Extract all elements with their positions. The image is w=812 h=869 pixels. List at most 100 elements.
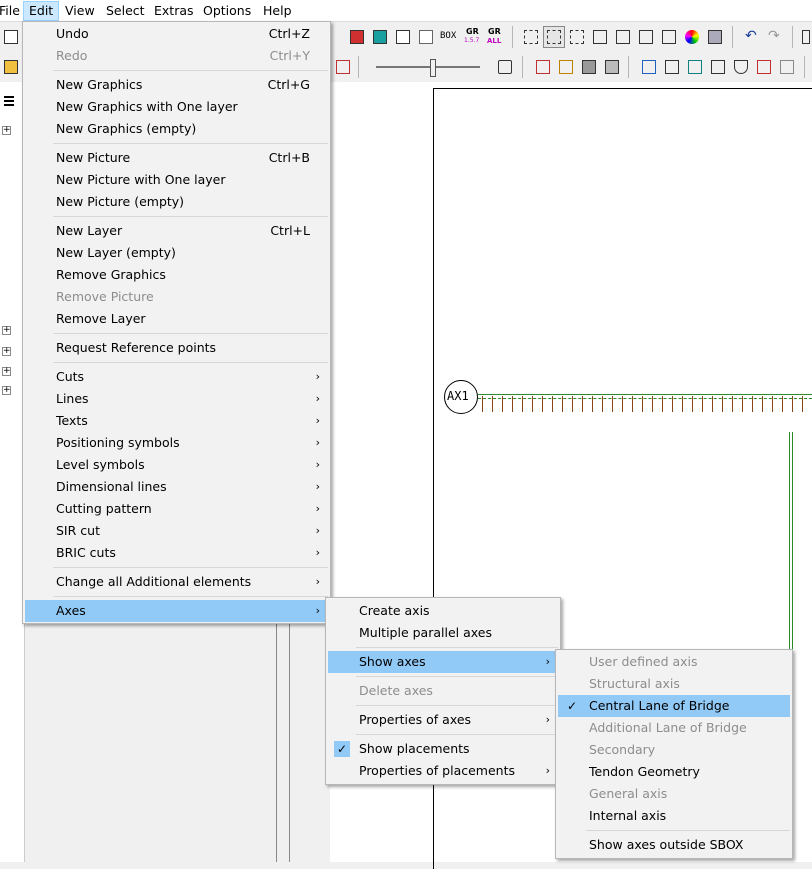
- window-icon[interactable]: [392, 26, 414, 48]
- document-icon[interactable]: [0, 26, 22, 48]
- show-structural-axis: Structural axis: [558, 673, 790, 695]
- axes-show-axes[interactable]: Show axes ›: [328, 651, 558, 673]
- color-wheel-icon[interactable]: [681, 26, 703, 48]
- menu-bar: File Edit View Select Extras Options Hel…: [0, 0, 812, 22]
- axes-create-axis[interactable]: Create axis: [328, 600, 558, 622]
- stack-icon[interactable]: [635, 26, 657, 48]
- show-axes-outside-sbox[interactable]: Show axes outside SBOX: [558, 834, 790, 856]
- fill-icon[interactable]: [601, 56, 623, 78]
- edit-sir-cut[interactable]: SIR cut ›: [25, 520, 328, 542]
- red-graphic-icon[interactable]: [346, 26, 368, 48]
- edit-new-graphics[interactable]: New Graphics Ctrl+G: [25, 74, 328, 96]
- edit-new-picture-empty[interactable]: New Picture (empty): [25, 191, 328, 213]
- chevron-right-icon: ›: [315, 436, 320, 449]
- edit-new-picture[interactable]: New Picture Ctrl+B: [25, 147, 328, 169]
- show-additional-lane-of-bridge: Additional Lane of Bridge: [558, 717, 790, 739]
- close-graphic-icon[interactable]: [704, 26, 726, 48]
- cross-red-icon[interactable]: [532, 56, 554, 78]
- show-central-lane-of-bridge[interactable]: ✓ Central Lane of Bridge: [558, 695, 790, 717]
- tree-view-icon[interactable]: [0, 90, 22, 112]
- edit-new-picture-one-layer[interactable]: New Picture with One layer: [25, 169, 328, 191]
- menu-item-label: New Graphics (empty): [56, 121, 197, 136]
- edit-positioning-symbols[interactable]: Positioning symbols ›: [25, 432, 328, 454]
- redo-icon[interactable]: ↷: [763, 26, 785, 48]
- edit-bric-cuts[interactable]: BRIC cuts ›: [25, 542, 328, 564]
- edit-texts[interactable]: Texts ›: [25, 410, 328, 432]
- slant-line-icon[interactable]: [707, 56, 729, 78]
- mirror-icon[interactable]: [612, 26, 634, 48]
- menu-help[interactable]: Help: [258, 2, 297, 20]
- warning-icon[interactable]: [494, 56, 516, 78]
- tree-expand-toggle[interactable]: +: [2, 126, 11, 135]
- view-y-icon[interactable]: [543, 26, 565, 48]
- edit-request-reference-points[interactable]: Request Reference points: [25, 337, 328, 359]
- view-x-icon[interactable]: [520, 26, 542, 48]
- edit-new-layer-empty[interactable]: New Layer (empty): [25, 242, 328, 264]
- edit-remove-graphics[interactable]: Remove Graphics: [25, 264, 328, 286]
- menu-separator: [53, 567, 328, 568]
- menu-view[interactable]: View: [60, 2, 100, 20]
- pattern-grey-icon[interactable]: [776, 56, 798, 78]
- menu-file[interactable]: File: [0, 2, 25, 20]
- gr-157-button[interactable]: GR 1.5.7: [462, 26, 484, 48]
- cross-blue-icon[interactable]: [638, 56, 660, 78]
- edit-cuts[interactable]: Cuts ›: [25, 366, 328, 388]
- edit-new-graphics-one-layer[interactable]: New Graphics with One layer: [25, 96, 328, 118]
- axes-properties-of-axes[interactable]: Properties of axes ›: [328, 709, 558, 731]
- tree-expand-toggle[interactable]: +: [2, 326, 11, 335]
- menu-item-label: Dimensional lines: [56, 479, 167, 494]
- shape-icon[interactable]: [661, 56, 683, 78]
- menu-item-label: Request Reference points: [56, 340, 217, 355]
- axes-multiple-parallel[interactable]: Multiple parallel axes: [328, 622, 558, 644]
- edit-level-symbols[interactable]: Level symbols ›: [25, 454, 328, 476]
- edit-cutting-pattern[interactable]: Cutting pattern ›: [25, 498, 328, 520]
- tree-expand-toggle[interactable]: +: [2, 347, 11, 356]
- end-icon[interactable]: [798, 26, 812, 48]
- show-internal-axis[interactable]: Internal axis: [558, 805, 790, 827]
- tree-expand-toggle[interactable]: +: [2, 386, 11, 395]
- edit-new-layer[interactable]: New Layer Ctrl+L: [25, 220, 328, 242]
- teal-graphic-icon[interactable]: [369, 26, 391, 48]
- gr-all-button[interactable]: GR ALL: [484, 26, 506, 48]
- menu-extras[interactable]: Extras: [149, 2, 199, 20]
- menu-item-label: New Picture with One layer: [56, 172, 226, 187]
- menu-item-label: General axis: [589, 786, 668, 801]
- menu-item-label: Create axis: [359, 603, 430, 618]
- undo-icon[interactable]: ↶: [740, 26, 762, 48]
- edit-axes[interactable]: Axes ›: [25, 600, 328, 622]
- zoom-slider-thumb[interactable]: [430, 59, 436, 77]
- edit-change-additional-elements[interactable]: Change all Additional elements ›: [25, 571, 328, 593]
- box-button[interactable]: BOX: [438, 26, 462, 48]
- edit-new-graphics-empty[interactable]: New Graphics (empty): [25, 118, 328, 140]
- edit-undo[interactable]: Undo Ctrl+Z: [25, 23, 328, 45]
- dimension-line-icon[interactable]: [555, 56, 577, 78]
- window-copy-icon[interactable]: [415, 26, 437, 48]
- menu-select[interactable]: Select: [101, 2, 150, 20]
- teal-line-icon[interactable]: [684, 56, 706, 78]
- toolbar-separator: [628, 56, 629, 78]
- splitter[interactable]: [276, 620, 290, 862]
- axis-marker[interactable]: AX1: [444, 380, 478, 414]
- arc-icon[interactable]: [730, 56, 752, 78]
- show-tendon-geometry[interactable]: Tendon Geometry: [558, 761, 790, 783]
- arrow-left-icon[interactable]: [589, 26, 611, 48]
- axes-submenu: Create axis Multiple parallel axes Show …: [325, 597, 561, 785]
- zoom-slider[interactable]: [376, 59, 480, 77]
- view-z-icon[interactable]: [566, 26, 588, 48]
- pattern-red-icon[interactable]: [753, 56, 775, 78]
- rotate-icon[interactable]: [658, 26, 680, 48]
- edit-remove-picture: Remove Picture: [25, 286, 328, 308]
- tree-expand-toggle[interactable]: +: [2, 367, 11, 376]
- menu-options[interactable]: Options: [198, 2, 256, 20]
- axes-properties-of-placements[interactable]: Properties of placements ›: [328, 760, 558, 782]
- checkmark-icon: ✓: [334, 741, 350, 757]
- edit-lines[interactable]: Lines ›: [25, 388, 328, 410]
- hammer-icon[interactable]: [332, 56, 354, 78]
- edit-dimensional-lines[interactable]: Dimensional lines ›: [25, 476, 328, 498]
- axes-show-placements[interactable]: ✓ Show placements: [328, 738, 558, 760]
- edit-remove-layer[interactable]: Remove Layer: [25, 308, 328, 330]
- chevron-right-icon: ›: [315, 392, 320, 405]
- hatch-icon[interactable]: [578, 56, 600, 78]
- layers-icon[interactable]: [0, 56, 22, 78]
- menu-edit[interactable]: Edit: [23, 1, 60, 21]
